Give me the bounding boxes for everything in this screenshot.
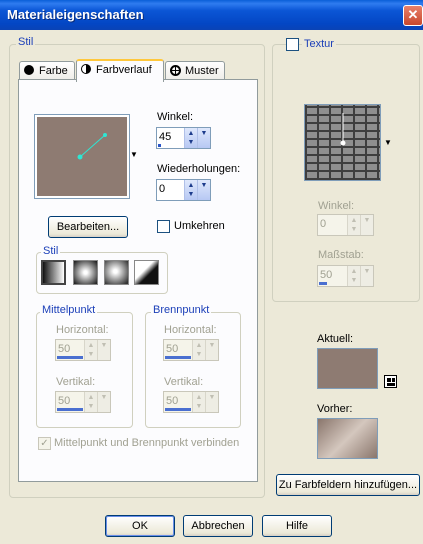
mittelpunkt-vertikal-value: 50 [58,395,71,407]
sunburst-gradient-style-button[interactable] [104,260,129,285]
tab-farbverlauf-label: Farbverlauf [96,64,152,76]
textur-winkel-spinbox[interactable]: 0 ▲ ▼ ▼ [317,214,374,236]
mittelpunkt-vertikal-label: Vertikal: [56,376,96,388]
wiederholungen-label: Wiederholungen: [157,163,241,175]
radial-gradient-style-button[interactable] [134,260,159,285]
wiederholungen-decrement-icon[interactable]: ▼ [197,180,210,200]
mittelpunkt-horizontal-spinbox[interactable]: 50 ▲ ▼ ▼ [55,339,111,361]
gradient-angle-handle[interactable] [35,115,131,200]
window-title: Materialeigenschaften [7,7,144,22]
winkel-spinbox[interactable]: 45 ▲ ▼ ▼ [156,127,211,149]
chevron-down-icon[interactable]: ▼ [97,392,110,412]
brennpunkt-vertikal-label: Vertikal: [164,376,204,388]
chevron-down-icon[interactable]: ▼ [97,340,110,360]
tab-farbe-label: Farbe [39,65,68,77]
umkehren-checkbox[interactable] [157,220,170,233]
textur-massstab-spinbox[interactable]: 50 ▲ ▼ ▼ [317,265,374,287]
brennpunkt-horizontal-label: Horizontal: [164,324,217,336]
rectangular-gradient-style-button[interactable] [73,260,98,285]
umkehren-label: Umkehren [174,220,225,232]
tab-muster-label: Muster [185,65,219,77]
chevron-down-icon[interactable]: ▼ [360,215,373,235]
textur-massstab-label: Maßstab: [318,249,364,261]
add-to-swatches-button[interactable]: Zu Farbfeldern hinzufügen... [276,474,420,496]
gradient-dropdown-arrow-icon[interactable]: ▼ [130,150,138,159]
material-properties-dialog: Materialeigenschaften ✕ Stil Farbe Farbv… [0,0,423,544]
mittelpunkt-horizontal-value: 50 [58,343,71,355]
color-dot-icon [24,65,34,75]
winkel-value: 45 [159,131,172,143]
brennpunkt-horizontal-spinbox[interactable]: 50 ▲ ▼ ▼ [163,339,219,361]
brennpunkt-vertikal-level-bar [165,408,191,411]
pattern-icon [170,65,181,76]
spin-up-icon[interactable]: ▲ ▼ [84,340,97,360]
texture-angle-handle[interactable] [305,105,382,182]
bearbeiten-button[interactable]: Bearbeiten... [48,216,128,238]
brennpunkt-vertikal-value: 50 [166,395,179,407]
wiederholungen-increment-icon[interactable]: ▲ ▼ [184,180,197,200]
wiederholungen-spinbox[interactable]: 0 ▲ ▼ ▼ [156,179,211,201]
title-bar[interactable]: Materialeigenschaften ✕ [0,0,423,30]
cancel-button[interactable]: Abbrechen [183,515,253,537]
tab-farbverlauf[interactable]: Farbverlauf [76,59,164,82]
verbinden-label: Mittelpunkt und Brennpunkt verbinden [54,437,240,449]
textur-label: Textur [302,38,336,50]
gradient-preview[interactable] [34,114,130,199]
chevron-down-icon[interactable]: ▼ [360,266,373,286]
current-color-swatch[interactable] [317,348,378,389]
ok-button[interactable]: OK [105,515,175,537]
mittelpunkt-horizontal-level-bar [57,356,83,359]
textur-winkel-label: Winkel: [318,200,355,212]
winkel-label: Winkel: [157,111,194,123]
brennpunkt-vertikal-spinbox[interactable]: 50 ▲ ▼ ▼ [163,391,219,413]
gradient-style-label: Stil [41,245,61,257]
brennpunkt-horizontal-value: 50 [166,343,179,355]
verbinden-checkbox[interactable]: ✓ [38,437,51,450]
textur-checkbox[interactable] [286,38,299,51]
texture-dropdown-arrow-icon[interactable]: ▼ [384,138,392,147]
spin-up-icon[interactable]: ▲ ▼ [84,392,97,412]
mittelpunkt-vertikal-spinbox[interactable]: 50 ▲ ▼ ▼ [55,391,111,413]
previous-color-swatch[interactable] [317,418,378,459]
brennpunkt-horizontal-level-bar [165,356,191,359]
winkel-decrement-icon[interactable]: ▼ [197,128,210,148]
textur-massstab-level-bar [319,282,327,285]
swatch-menu-icon[interactable] [384,375,397,388]
brennpunkt-label: Brennpunkt [151,304,212,316]
spin-up-icon[interactable]: ▲ ▼ [347,215,360,235]
aktuell-label: Aktuell: [317,333,354,345]
textur-winkel-value: 0 [320,218,327,230]
chevron-down-icon[interactable]: ▼ [205,340,218,360]
gradient-half-icon [81,64,91,74]
vorher-label: Vorher: [317,403,353,415]
wiederholungen-value: 0 [159,183,166,195]
mittelpunkt-label: Mittelpunkt [40,304,98,316]
chevron-down-icon[interactable]: ▼ [205,392,218,412]
stil-group-label: Stil [16,36,36,48]
mittelpunkt-vertikal-level-bar [57,408,83,411]
spin-up-icon[interactable]: ▲ ▼ [192,392,205,412]
winkel-increment-icon[interactable]: ▲ ▼ [184,128,197,148]
winkel-level-bar [158,144,161,147]
textur-massstab-value: 50 [320,269,333,281]
help-button[interactable]: Hilfe [262,515,332,537]
mittelpunkt-horizontal-label: Horizontal: [56,324,109,336]
spin-up-icon[interactable]: ▲ ▼ [192,340,205,360]
close-button[interactable]: ✕ [403,5,423,26]
texture-preview[interactable] [304,104,381,181]
spin-up-icon[interactable]: ▲ ▼ [347,266,360,286]
linear-gradient-style-button[interactable] [41,260,66,285]
